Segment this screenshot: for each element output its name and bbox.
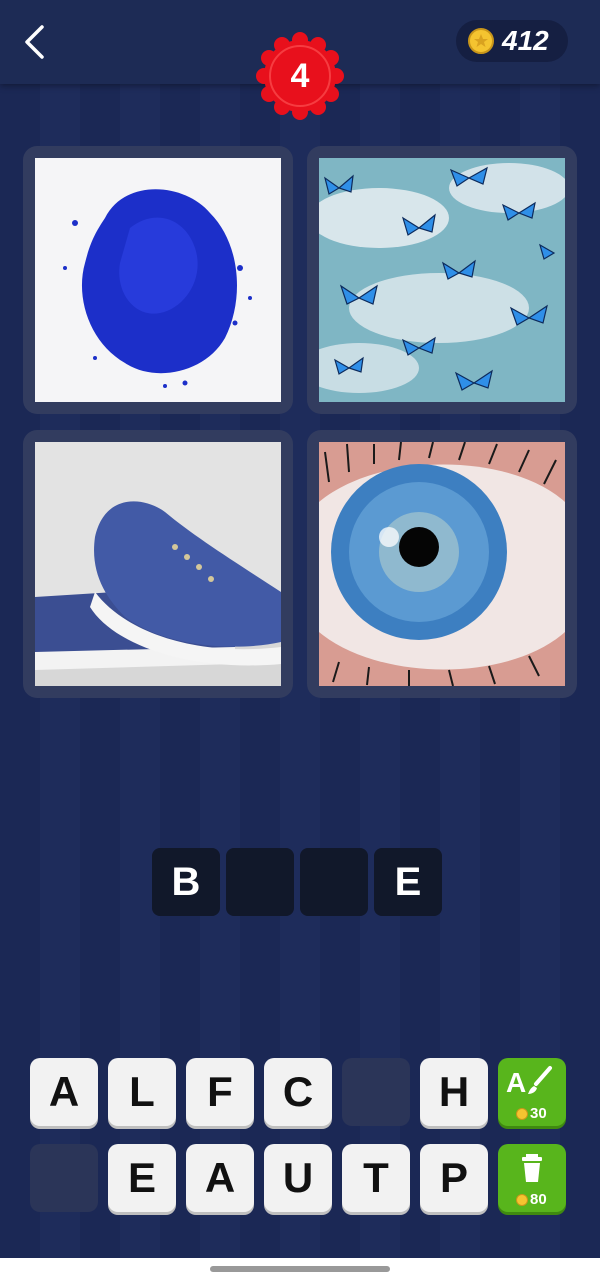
used-letter-key	[30, 1144, 98, 1212]
letter-key[interactable]: H	[420, 1058, 488, 1126]
coin-balance[interactable]: 412	[456, 20, 568, 62]
coin-icon	[468, 28, 494, 54]
reveal-letter-cost: 30	[516, 1105, 547, 1122]
answer-slot[interactable]: B	[152, 848, 220, 916]
coin-icon	[516, 1107, 528, 1120]
letter-key[interactable]: T	[342, 1144, 410, 1212]
paintbrush-icon: A	[506, 1066, 552, 1098]
image-card-1[interactable]	[23, 146, 293, 414]
remove-letters-button[interactable]: 80	[498, 1144, 566, 1212]
chevron-left-icon	[25, 25, 44, 59]
letter-key[interactable]: A	[186, 1144, 254, 1212]
letter-row-2: E A U T P 80	[30, 1144, 566, 1212]
pigment-image	[35, 158, 281, 402]
answer-slot[interactable]	[300, 848, 368, 916]
letter-key[interactable]: F	[186, 1058, 254, 1126]
answer-slots: B E	[152, 848, 442, 916]
answer-slot[interactable]: E	[374, 848, 442, 916]
coin-count: 412	[502, 25, 549, 56]
remove-letters-cost: 80	[516, 1191, 547, 1208]
reveal-letter-label: A	[506, 1067, 526, 1098]
image-card-4[interactable]	[307, 430, 577, 698]
eye-image	[319, 442, 565, 686]
letter-key[interactable]: E	[108, 1144, 176, 1212]
coin-icon	[516, 1193, 528, 1206]
letter-key[interactable]: P	[420, 1144, 488, 1212]
used-letter-key	[342, 1058, 410, 1126]
home-indicator[interactable]	[210, 1266, 390, 1272]
image-card-2[interactable]	[307, 146, 577, 414]
butterflies-image	[319, 158, 565, 402]
letter-key[interactable]: L	[108, 1058, 176, 1126]
trash-icon	[522, 1154, 542, 1182]
reveal-letter-button[interactable]: A 30	[498, 1058, 566, 1126]
letter-key[interactable]: U	[264, 1144, 332, 1212]
sneakers-image	[35, 442, 281, 686]
answer-slot[interactable]	[226, 848, 294, 916]
back-button[interactable]	[16, 22, 52, 62]
letter-key[interactable]: A	[30, 1058, 98, 1126]
letter-key[interactable]: C	[264, 1058, 332, 1126]
level-number: 4	[290, 56, 310, 95]
level-badge: 4	[254, 30, 346, 122]
letter-row-1: A L F C H A 30	[30, 1058, 566, 1126]
image-card-3[interactable]	[23, 430, 293, 698]
